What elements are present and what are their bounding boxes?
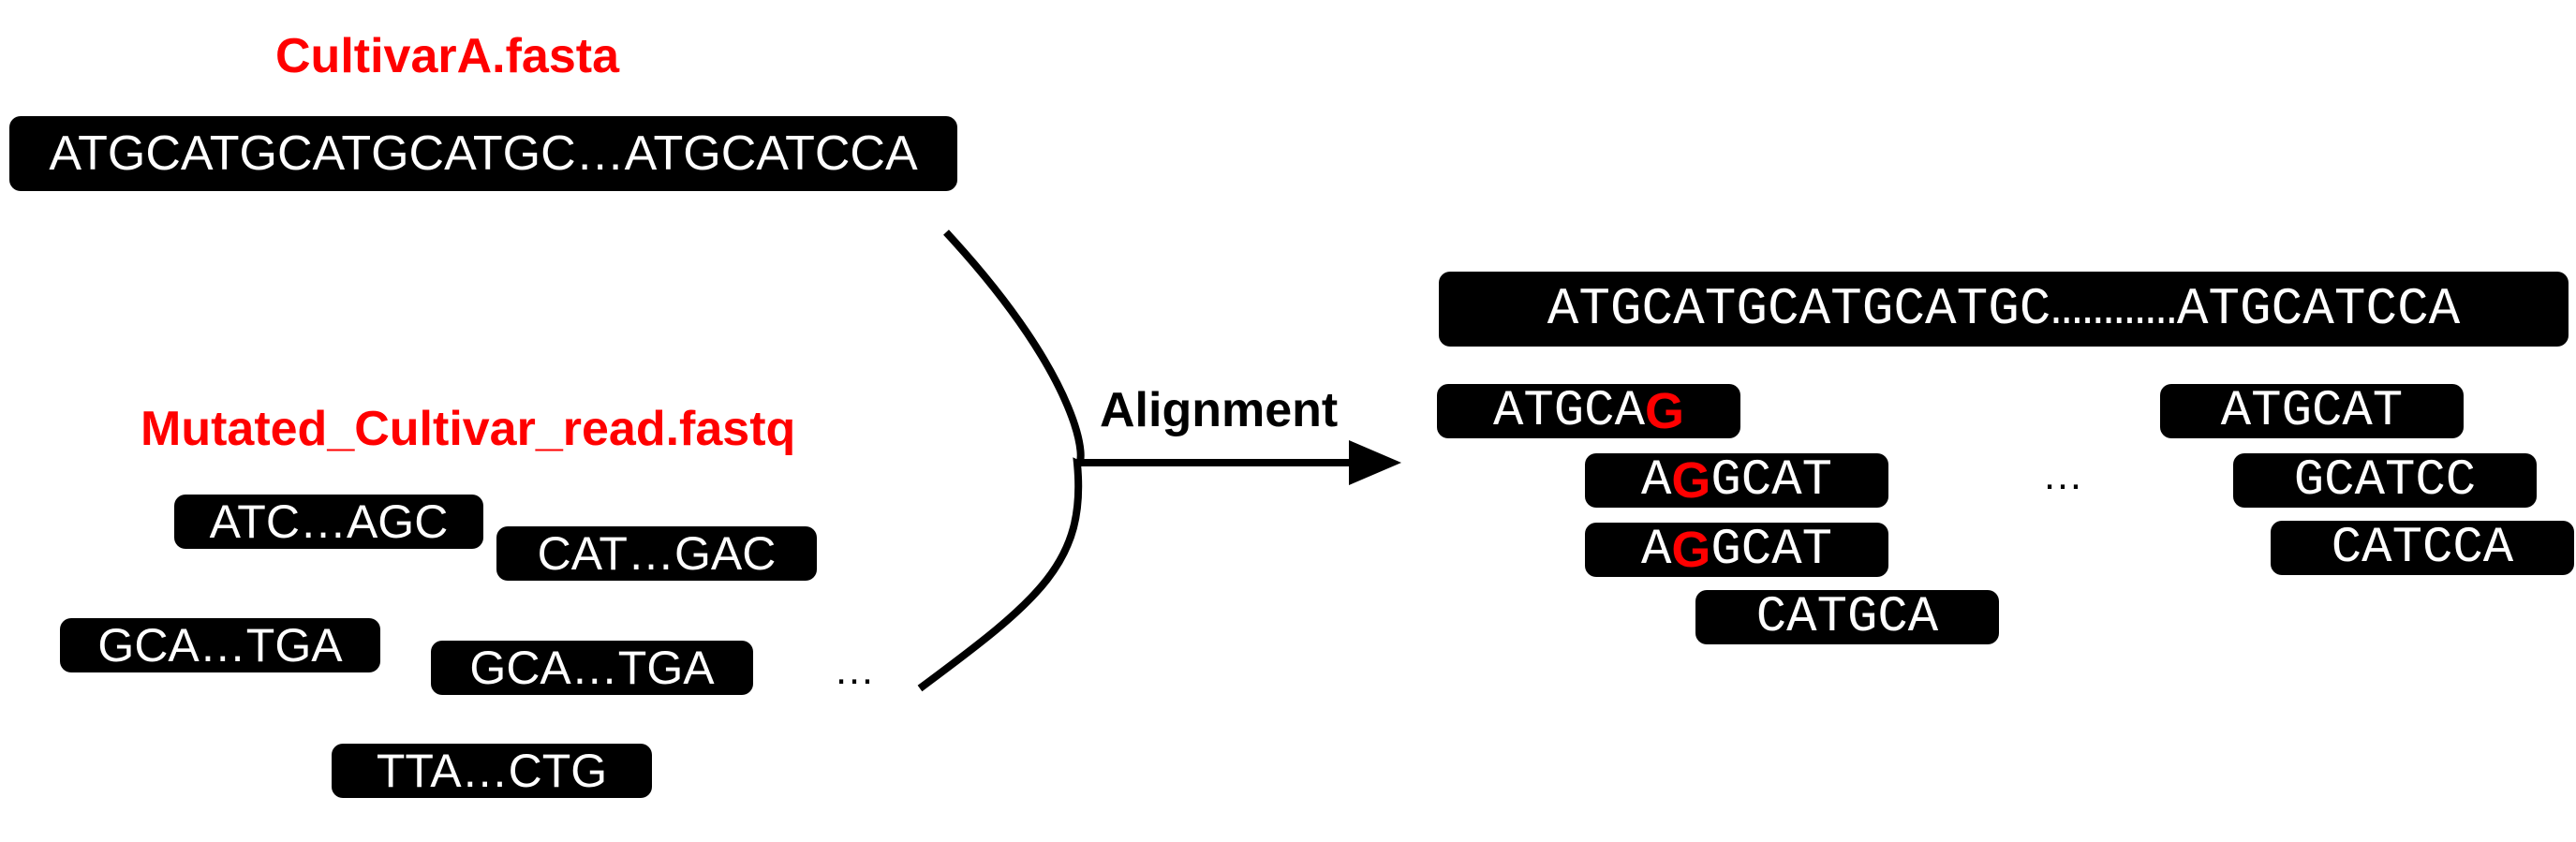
aligned-read-box: ATGCAT [2160,382,2464,440]
reference-filename: CultivarA.fasta [275,29,619,83]
aligned-read-prefix: A [1640,451,1672,510]
aligned-read-suffix: GCAT [1710,451,1833,510]
read-box: GCA…TGA [60,618,380,672]
read-box: TTA…CTG [332,744,652,798]
merge-bracket [917,229,1085,692]
aligned-read-box: ATGCA G [1437,382,1740,440]
mutation-base: G [1671,522,1711,578]
mutation-base: G [1645,383,1685,439]
aligned-read-box: GCATCC [2233,451,2537,510]
alignment-diagram: CultivarA.fasta ATGCATGCATGCATGC…ATGCATC… [0,0,2576,842]
aligned-read-box: A G GCAT [1585,451,1888,510]
aligned-reference-sequence: ATGCATGCATGCATGC…………ATGCATCCA [1547,279,2461,339]
aligned-read-box: A G GCAT [1585,521,1888,579]
read-sequence: CAT…GAC [537,527,777,580]
aligned-read-sequence: ATGCAT [2220,382,2404,440]
arrow-head [1349,440,1401,485]
reads-filename: Mutated_Cultivar_read.fastq [141,402,796,456]
read-sequence: GCA…TGA [97,619,343,672]
reference-sequence: ATGCATGCATGCATGC…ATGCATCCA [49,126,918,181]
alignment-label: Alignment [1100,383,1339,437]
aligned-read-prefix: CATGCA [1755,588,1939,646]
reads-ellipsis: … [834,647,875,693]
read-box: ATC…AGC [174,495,483,549]
read-box: GCA…TGA [431,641,753,695]
aligned-read-sequence: GCATCC [2293,451,2477,510]
read-sequence: ATC…AGC [209,495,449,548]
reference-sequence-box: ATGCATGCATGCATGC…ATGCATCCA [9,116,957,191]
aligned-read-box: CATGCA [1695,588,1999,646]
aligned-read-prefix: ATGCA [1492,382,1645,440]
read-sequence: GCA…TGA [469,642,715,694]
aligned-read-box: CATCCA [2271,519,2574,577]
aligned-reads-ellipsis: … [2042,452,2083,498]
aligned-read-prefix: A [1640,521,1672,579]
aligned-read-suffix: GCAT [1710,521,1833,579]
aligned-read-sequence: CATCCA [2331,519,2514,577]
read-sequence: TTA…CTG [376,745,608,797]
read-box: CAT…GAC [496,526,817,581]
aligned-reference-box: ATGCATGCATGCATGC…………ATGCATCCA [1439,272,2569,347]
mutation-base: G [1671,452,1711,509]
